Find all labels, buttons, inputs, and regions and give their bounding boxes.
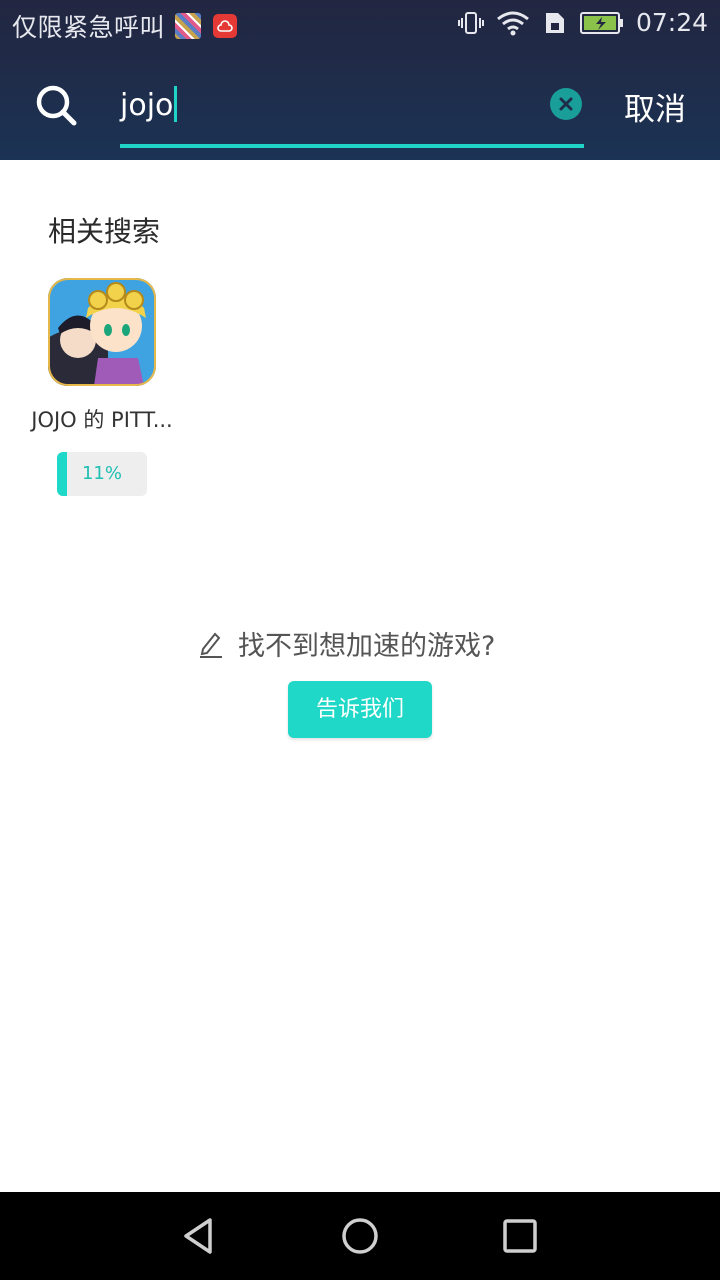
close-icon [559,97,573,111]
download-progress[interactable]: 11% [57,452,147,496]
back-icon[interactable] [174,1210,226,1262]
clear-search-button[interactable] [550,88,582,120]
cant-find-prompt: 找不到想加速的游戏? [198,624,495,663]
header: 仅限紧急呼叫 07:24 jojo 取消 [0,0,720,160]
search-input-value: jojo [120,88,174,123]
game-name: JOJO 的 PITT... [31,408,173,432]
status-bar: 仅限紧急呼叫 07:24 [0,0,720,48]
navigation-bar [0,1192,720,1280]
status-clock: 07:24 [635,8,708,37]
progress-label: 11% [81,463,122,484]
cancel-button[interactable]: 取消 [624,84,686,129]
search-input[interactable]: jojo [120,78,584,148]
search-bar: jojo 取消 [0,60,720,160]
battery-charging-icon [579,11,623,34]
cloud-upload-icon [213,14,238,38]
related-search-title: 相关搜索 [48,215,161,248]
sim-icon [545,12,564,33]
status-carrier-text: 仅限紧急呼叫 [12,13,166,42]
wifi-icon [497,11,529,35]
cant-find-text: 找不到想加速的游戏? [238,631,496,662]
search-icon[interactable] [34,83,78,127]
text-caret [174,86,178,122]
tell-us-button[interactable]: 告诉我们 [288,681,432,738]
vibrate-icon [457,11,484,34]
pencil-icon [200,632,222,658]
notification-thumbnail-icon [175,13,202,39]
game-icon[interactable] [48,278,156,386]
home-icon[interactable] [334,1210,386,1262]
recents-icon[interactable] [494,1210,546,1262]
